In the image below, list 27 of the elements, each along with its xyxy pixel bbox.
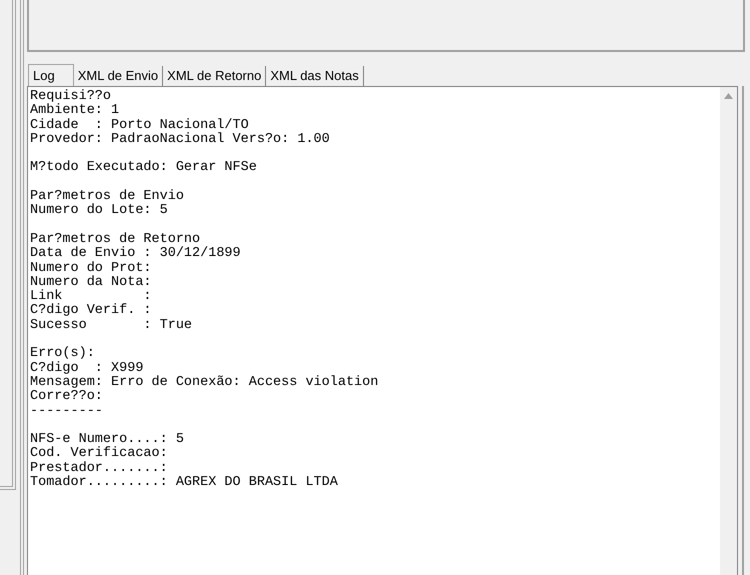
log-line: Sucesso : True bbox=[30, 318, 192, 334]
log-line: Par?metros de Envio bbox=[30, 190, 184, 204]
log-line: C?digo : X999 bbox=[30, 362, 144, 376]
log-line: Mensagem: Erro de Conexão: Access violation bbox=[30, 376, 378, 390]
log-line: Numero do Prot: bbox=[30, 262, 152, 276]
log-line: Numero da Nota: bbox=[30, 276, 152, 290]
log-line: Data de Envio : 30/12/1899 bbox=[30, 247, 241, 262]
log-line: Corre??o: bbox=[30, 390, 103, 405]
log-line: Erro(s): bbox=[30, 347, 95, 362]
log-line: Ambiente: 1 bbox=[30, 104, 120, 118]
log-line: Tomador.........: AGREX DO BRASIL LTDA bbox=[30, 476, 338, 490]
log-line: M?todo Executado: Gerar NFSe bbox=[30, 161, 257, 176]
log-line: Cidade : Porto Nacional/TO bbox=[30, 118, 249, 133]
vertical-scrollbar[interactable] bbox=[720, 87, 737, 575]
log-memo[interactable] bbox=[27, 86, 738, 575]
log-line: --------- bbox=[30, 404, 103, 419]
log-line: Par?metros de Retorno bbox=[30, 232, 200, 247]
log-line: C?digo Verif. : bbox=[30, 304, 152, 319]
log-line: Provedor: PadraoNacional Vers?o: 1.00 bbox=[30, 132, 330, 148]
log-line: Link : bbox=[30, 290, 152, 304]
log-line: Prestador.......: bbox=[30, 462, 168, 476]
log-line: Cod. Verificacao: bbox=[30, 447, 168, 462]
log-line: NFS-e Numero....: 5 bbox=[30, 433, 184, 448]
tab[interactable]: Log bbox=[28, 64, 74, 87]
log-line: Numero do Lote: 5 bbox=[30, 204, 168, 219]
scroll-up-arrow-icon[interactable] bbox=[724, 93, 733, 99]
log-line: Requisi??o bbox=[30, 90, 112, 104]
